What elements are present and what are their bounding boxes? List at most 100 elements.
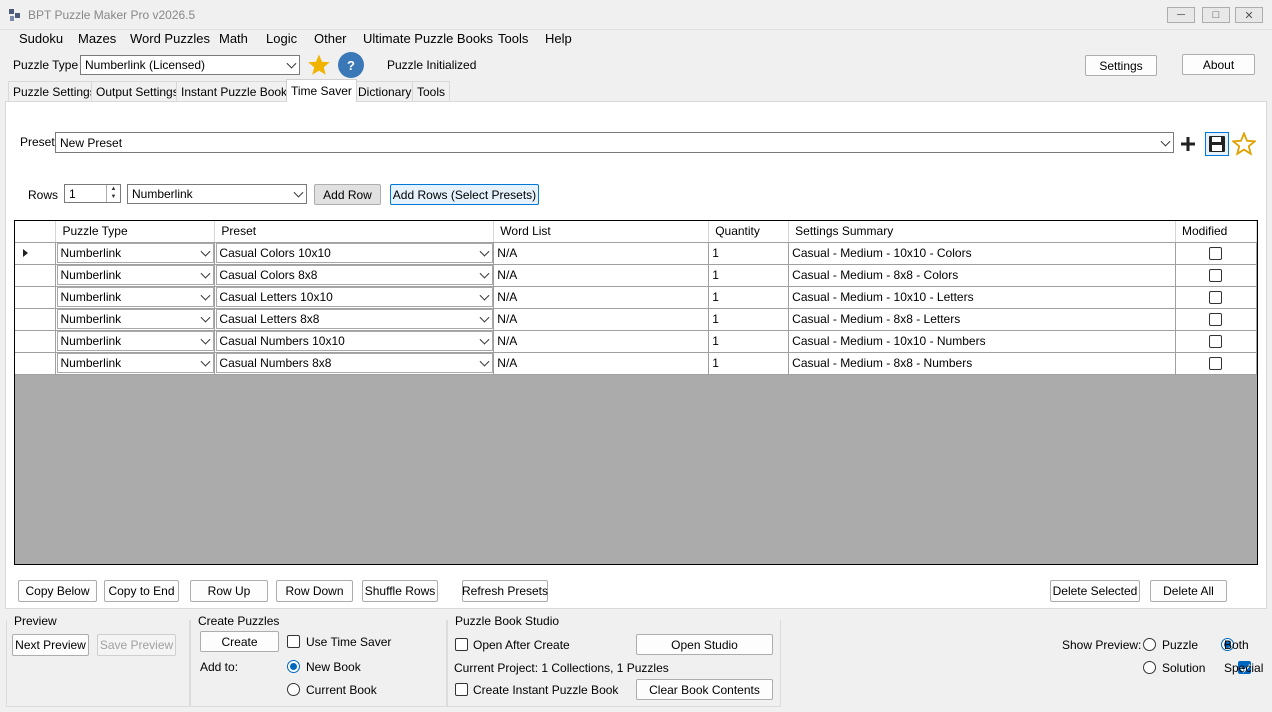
modified-checkbox[interactable]	[1209, 313, 1223, 327]
menu-word-puzzles[interactable]: Word Puzzles	[130, 31, 210, 46]
add-preset-icon[interactable]	[1180, 136, 1196, 152]
add-rows-presets-button[interactable]: Add Rows (Select Presets)	[390, 184, 539, 205]
minimize-button[interactable]: ─	[1167, 7, 1195, 23]
cell-word-list[interactable]: N/A	[493, 352, 710, 375]
row-header[interactable]	[15, 308, 57, 331]
puzzle-type-cell-select[interactable]: Numberlink	[57, 331, 215, 351]
menu-mazes[interactable]: Mazes	[78, 31, 116, 46]
cell-preset[interactable]: Casual Colors 10x10	[214, 242, 495, 265]
save-preset-button[interactable]	[1205, 132, 1229, 156]
about-button[interactable]: About	[1182, 54, 1255, 75]
maximize-button[interactable]: □	[1202, 7, 1230, 23]
time-saver-grid[interactable]: Puzzle Type Preset Word List Quantity Se…	[14, 220, 1258, 565]
open-after-create-checkbox[interactable]	[455, 638, 468, 651]
show-solution-radio[interactable]	[1143, 661, 1156, 674]
cell-word-list[interactable]: N/A	[493, 242, 710, 265]
cell-puzzle-type[interactable]: Numberlink	[55, 352, 216, 375]
create-instant-book-checkbox[interactable]	[455, 683, 468, 696]
clear-book-contents-button[interactable]: Clear Book Contents	[636, 679, 773, 700]
row-header[interactable]	[15, 286, 57, 309]
tab-output-settings[interactable]: Output Settings	[91, 81, 184, 101]
rows-type-select[interactable]: Numberlink	[127, 184, 307, 204]
row-up-button[interactable]: Row Up	[190, 580, 268, 602]
use-time-saver-checkbox[interactable]	[287, 635, 300, 648]
shuffle-rows-button[interactable]: Shuffle Rows	[362, 580, 438, 602]
cell-modified[interactable]	[1175, 308, 1257, 331]
preset-cell-select[interactable]: Casual Letters 10x10	[216, 287, 494, 307]
menu-help[interactable]: Help	[545, 31, 572, 46]
col-header-puzzle-type[interactable]: Puzzle Type	[55, 221, 216, 243]
cell-preset[interactable]: Casual Letters 10x10	[214, 286, 495, 309]
table-row[interactable]: Numberlink Casual Colors 8x8 N/A 1 Casual - …	[15, 264, 1257, 287]
rows-count-spinner[interactable]: 1 ▲ ▼	[64, 184, 121, 203]
row-header[interactable]	[15, 330, 57, 353]
cell-quantity[interactable]: 1	[708, 308, 790, 331]
col-header-word-list[interactable]: Word List	[493, 221, 710, 243]
cell-modified[interactable]	[1175, 286, 1257, 309]
table-row[interactable]: Numberlink Casual Numbers 10x10 N/A 1 Casual…	[15, 330, 1257, 353]
preset-cell-select[interactable]: Casual Colors 10x10	[216, 243, 494, 263]
delete-all-button[interactable]: Delete All	[1150, 580, 1227, 602]
cell-puzzle-type[interactable]: Numberlink	[55, 330, 216, 353]
cell-quantity[interactable]: 1	[708, 286, 790, 309]
table-row[interactable]: Numberlink Casual Letters 10x10 N/A 1 Casual…	[15, 286, 1257, 309]
tab-dictionary[interactable]: Dictionary	[353, 81, 417, 101]
menu-sudoku[interactable]: Sudoku	[19, 31, 63, 46]
cell-puzzle-type[interactable]: Numberlink	[55, 308, 216, 331]
cell-preset[interactable]: Casual Colors 8x8	[214, 264, 495, 287]
create-button[interactable]: Create	[200, 631, 279, 652]
modified-checkbox[interactable]	[1209, 269, 1223, 283]
cell-quantity[interactable]: 1	[708, 330, 790, 353]
cell-modified[interactable]	[1175, 330, 1257, 353]
help-icon[interactable]: ?	[338, 52, 364, 78]
puzzle-type-cell-select[interactable]: Numberlink	[57, 265, 215, 285]
cell-preset[interactable]: Casual Numbers 8x8	[214, 352, 495, 375]
preset-cell-select[interactable]: Casual Numbers 8x8	[216, 353, 494, 373]
row-down-button[interactable]: Row Down	[276, 580, 353, 602]
cell-puzzle-type[interactable]: Numberlink	[55, 242, 216, 265]
col-header-quantity[interactable]: Quantity	[708, 221, 790, 243]
preset-cell-select[interactable]: Casual Numbers 10x10	[216, 331, 494, 351]
next-preview-button[interactable]: Next Preview	[12, 634, 89, 656]
row-header[interactable]	[15, 352, 57, 375]
settings-button[interactable]: Settings	[1085, 55, 1157, 76]
row-header[interactable]	[15, 264, 57, 287]
col-header-modified[interactable]: Modified	[1175, 221, 1257, 243]
new-book-radio[interactable]	[287, 660, 300, 673]
favorite-star-icon[interactable]	[307, 53, 331, 77]
menu-ultimate-puzzle-books[interactable]: Ultimate Puzzle Books	[363, 31, 493, 46]
menu-other[interactable]: Other	[314, 31, 347, 46]
tab-tools[interactable]: Tools	[412, 81, 451, 101]
table-row[interactable]: Numberlink Casual Letters 8x8 N/A 1 Casual -…	[15, 308, 1257, 331]
tab-instant-puzzle-books[interactable]: Instant Puzzle Books	[176, 81, 299, 101]
menu-math[interactable]: Math	[219, 31, 248, 46]
tab-puzzle-settings[interactable]: Puzzle Settings	[8, 81, 101, 101]
puzzle-type-cell-select[interactable]: Numberlink	[57, 309, 215, 329]
favorite-preset-star-icon[interactable]	[1232, 132, 1256, 156]
close-button[interactable]: ✕	[1235, 7, 1263, 23]
cell-word-list[interactable]: N/A	[493, 286, 710, 309]
cell-modified[interactable]	[1175, 264, 1257, 287]
puzzle-type-cell-select[interactable]: Numberlink	[57, 243, 215, 263]
copy-to-end-button[interactable]: Copy to End	[104, 580, 179, 602]
modified-checkbox[interactable]	[1209, 247, 1223, 261]
preset-cell-select[interactable]: Casual Colors 8x8	[216, 265, 494, 285]
menu-tools[interactable]: Tools	[498, 31, 528, 46]
current-book-radio[interactable]	[287, 683, 300, 696]
preset-select[interactable]: New Preset	[55, 132, 1174, 153]
cell-word-list[interactable]: N/A	[493, 264, 710, 287]
cell-quantity[interactable]: 1	[708, 242, 790, 265]
save-preview-button[interactable]: Save Preview	[97, 634, 176, 656]
cell-word-list[interactable]: N/A	[493, 330, 710, 353]
cell-quantity[interactable]: 1	[708, 264, 790, 287]
cell-quantity[interactable]: 1	[708, 352, 790, 375]
row-header[interactable]	[15, 242, 57, 265]
show-puzzle-radio[interactable]	[1143, 638, 1156, 651]
cell-preset[interactable]: Casual Numbers 10x10	[214, 330, 495, 353]
spinner-arrows-icon[interactable]: ▲ ▼	[106, 185, 120, 202]
copy-below-button[interactable]: Copy Below	[18, 580, 97, 602]
modified-checkbox[interactable]	[1209, 291, 1223, 305]
puzzle-type-cell-select[interactable]: Numberlink	[57, 353, 215, 373]
preset-cell-select[interactable]: Casual Letters 8x8	[216, 309, 494, 329]
col-header-settings-summary[interactable]: Settings Summary	[788, 221, 1176, 243]
